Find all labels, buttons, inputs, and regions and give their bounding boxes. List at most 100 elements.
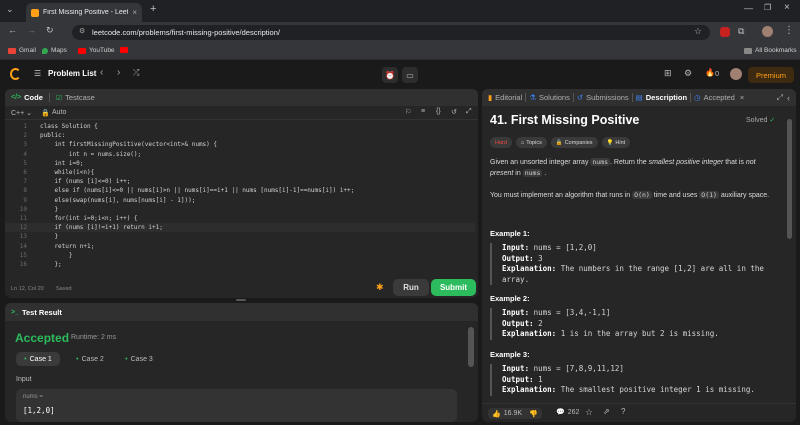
braces-icon[interactable]: {} bbox=[436, 108, 441, 115]
thumbs-down-icon[interactable]: 👎 bbox=[529, 410, 538, 418]
code-line[interactable]: 3 int firstMissingPositive(vector<int>& … bbox=[5, 140, 475, 149]
streak-fire-icon[interactable]: 🔥 bbox=[705, 68, 715, 77]
prev-problem-icon[interactable]: ‹ bbox=[100, 67, 103, 78]
tab-editorial[interactable]: ▮ Editorial bbox=[482, 93, 525, 102]
minimize-icon[interactable]: — bbox=[744, 3, 753, 13]
complexity-requirement: You must implement an algorithm that run… bbox=[490, 191, 770, 199]
result-scrollbar[interactable] bbox=[468, 327, 474, 367]
hint-button[interactable]: 💡 Hint bbox=[601, 137, 631, 148]
address-bar[interactable]: ⚙ leetcode.com/problems/first-missing-po… bbox=[72, 25, 710, 40]
share-icon[interactable]: ⇗ bbox=[603, 407, 610, 416]
tab-solutions[interactable]: ⚗ Solutions bbox=[526, 93, 573, 102]
chrome-menu-icon[interactable]: ⋮ bbox=[784, 25, 794, 36]
forward-icon[interactable]: → bbox=[27, 25, 36, 35]
bookmark-maps[interactable]: Maps bbox=[42, 47, 67, 54]
tab-submissions[interactable]: ↺ Submissions bbox=[574, 93, 632, 102]
tab-code[interactable]: </> Code bbox=[5, 93, 49, 102]
auto-mode[interactable]: Auto bbox=[52, 109, 66, 116]
case-3-tab[interactable]: • Case 3 bbox=[117, 352, 161, 366]
code-line[interactable]: 10 } bbox=[5, 205, 475, 214]
tab-accepted[interactable]: ◷ Accepted × bbox=[691, 93, 747, 102]
browser-tabstrip: ⌄ First Missing Positive - LeetCod... × … bbox=[0, 0, 800, 22]
extensions-puzzle-icon[interactable]: ⧉ bbox=[738, 26, 744, 37]
tab-test-result[interactable]: >_ Test Result bbox=[5, 308, 68, 317]
history-icon: ↺ bbox=[576, 93, 584, 102]
code-line[interactable]: 7 if (nums [i]<=0) i++; bbox=[5, 177, 475, 186]
code-line[interactable]: 1 class Solution { bbox=[5, 122, 475, 131]
code-line[interactable]: 14 return n+1; bbox=[5, 242, 475, 251]
tab-description[interactable]: ▤ Description bbox=[633, 93, 690, 102]
tab-search-icon[interactable]: ⌄ bbox=[6, 4, 14, 15]
case-1-tab[interactable]: • Case 1 bbox=[16, 352, 60, 366]
debug-bug-icon[interactable]: ✱ bbox=[376, 282, 384, 293]
line-number: 1 bbox=[23, 123, 27, 131]
format-icon[interactable]: ≡ bbox=[421, 108, 425, 115]
user-avatar[interactable] bbox=[730, 68, 742, 80]
line-number: 13 bbox=[19, 233, 27, 241]
close-window-icon[interactable]: × bbox=[784, 2, 790, 13]
help-icon[interactable]: ? bbox=[621, 407, 625, 416]
maximize-icon[interactable]: ❐ bbox=[764, 3, 771, 12]
collapse-icon[interactable]: ‹ bbox=[787, 93, 790, 103]
description-scrollbar[interactable] bbox=[787, 119, 792, 239]
code-line[interactable]: 12 if (nums [i]!=i+1) return i+1; bbox=[5, 223, 475, 233]
problem-statement: Given an unsorted integer array nums. Re… bbox=[490, 158, 756, 177]
new-tab-icon[interactable]: + bbox=[150, 3, 156, 15]
bookmark-youtube[interactable]: YouTube bbox=[78, 47, 115, 54]
language-select[interactable]: C++ ⌄ bbox=[11, 109, 32, 117]
code-line[interactable]: 11 for(int i=0;i<n; i++) { bbox=[5, 214, 475, 223]
submit-button[interactable]: Submit bbox=[431, 279, 476, 296]
timer-icon[interactable]: ⏰ bbox=[382, 67, 398, 83]
fullscreen-icon[interactable]: ⤢ bbox=[466, 108, 472, 116]
code-line[interactable]: 4 int n = nums.size(); bbox=[5, 150, 475, 159]
notes-icon[interactable]: ▭ bbox=[402, 67, 418, 83]
problem-list-link[interactable]: Problem List bbox=[48, 69, 96, 78]
code-area[interactable]: 1 class Solution {2 public: 3 int firstMiss… bbox=[5, 122, 478, 272]
youtube-icon bbox=[78, 47, 86, 54]
close-tab-icon[interactable]: × bbox=[740, 93, 744, 102]
extension-icon[interactable] bbox=[720, 27, 730, 37]
site-info-icon[interactable]: ⚙ bbox=[79, 27, 85, 35]
bookmark-gmail[interactable]: Gmail bbox=[8, 47, 36, 54]
code-line[interactable]: 5 int i=0; bbox=[5, 159, 475, 168]
all-bookmarks[interactable]: All Bookmarks bbox=[744, 47, 797, 54]
like-button[interactable]: 👍 16.9K 👎 bbox=[488, 408, 542, 419]
reset-icon[interactable]: ↺ bbox=[451, 108, 457, 116]
tab-testcase[interactable]: ☑ Testcase bbox=[50, 93, 101, 102]
code-line[interactable]: 16 }; bbox=[5, 260, 475, 269]
browser-tab[interactable]: First Missing Positive - LeetCod... × bbox=[26, 3, 142, 22]
settings-gear-icon[interactable]: ⚙ bbox=[684, 68, 692, 79]
next-problem-icon[interactable]: › bbox=[117, 67, 120, 78]
code-line[interactable]: 9 else(swap(nums[i], nums[nums[i] - 1]))… bbox=[5, 196, 475, 205]
topics-button[interactable]: ⌂ Topics bbox=[515, 137, 547, 148]
description-footer: 👍 16.9K 👎 💬 262 ☆ ⇗ ? bbox=[482, 403, 796, 422]
back-icon[interactable]: ← bbox=[8, 25, 17, 35]
bookmark-icon[interactable]: ⚐ bbox=[405, 108, 411, 116]
line-number: 6 bbox=[23, 169, 27, 177]
leetcode-logo-icon[interactable] bbox=[10, 68, 21, 80]
code-line[interactable]: 2 public: bbox=[5, 131, 475, 140]
solved-status: Solved ✓ bbox=[746, 117, 776, 124]
code-line[interactable]: 13 } bbox=[5, 232, 475, 241]
premium-button[interactable]: Premium bbox=[748, 67, 794, 83]
companies-button[interactable]: 🔒 Companies bbox=[550, 137, 598, 148]
bookmark-star-icon[interactable]: ☆ bbox=[694, 26, 702, 37]
comments-button[interactable]: 💬 262 bbox=[556, 408, 579, 417]
line-text: while(i<n){ bbox=[40, 169, 95, 177]
reload-icon[interactable]: ↻ bbox=[46, 25, 54, 36]
favorite-star-icon[interactable]: ☆ bbox=[585, 407, 593, 418]
case-2-tab[interactable]: • Case 2 bbox=[68, 352, 112, 366]
code-line[interactable]: 8 else if (nums[i]<=0 || nums[i]>n || nu… bbox=[5, 186, 475, 195]
shuffle-icon[interactable]: ⤮ bbox=[133, 68, 139, 78]
run-button[interactable]: Run bbox=[393, 279, 429, 296]
profile-avatar[interactable] bbox=[762, 26, 773, 37]
code-line[interactable]: 6 while(i<n){ bbox=[5, 168, 475, 177]
close-tab-icon[interactable]: × bbox=[132, 8, 137, 17]
layout-grid-icon[interactable]: ⊞ bbox=[664, 68, 672, 79]
bookmark-youtube-2[interactable] bbox=[120, 47, 128, 53]
code-line[interactable]: 15 } bbox=[5, 251, 475, 260]
panel-resize-handle[interactable] bbox=[236, 299, 246, 301]
fullscreen-icon[interactable]: ⤢ bbox=[777, 93, 783, 103]
line-number: 8 bbox=[23, 187, 27, 195]
line-text: }; bbox=[40, 261, 62, 269]
